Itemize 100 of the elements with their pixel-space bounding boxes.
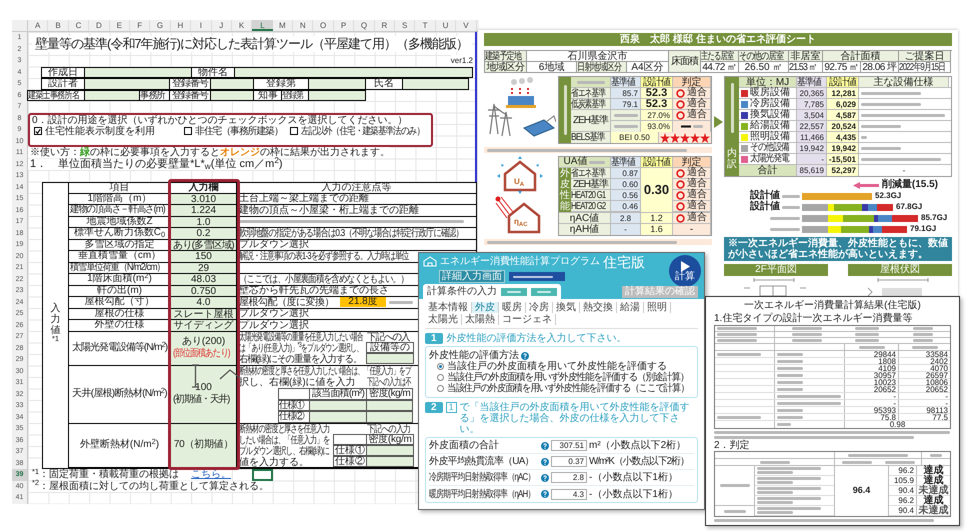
calculate-button[interactable]: 計算 xyxy=(669,255,701,287)
input-field[interactable]: 4.0 xyxy=(171,297,237,308)
column-heading: 設計値 xyxy=(827,77,859,87)
number-field[interactable]: 2.8 xyxy=(551,472,587,483)
nav-tab[interactable]: 外皮 xyxy=(472,302,499,313)
radio-button[interactable] xyxy=(437,363,444,370)
column-header[interactable]: B xyxy=(48,20,69,31)
nav-tab[interactable]: 太陽熱 xyxy=(462,314,499,325)
column-header[interactable]: S xyxy=(395,20,416,31)
column-heading: 基準値 xyxy=(611,157,641,167)
input-field[interactable]: 3.010 xyxy=(171,194,237,204)
column-header[interactable]: C xyxy=(68,20,90,31)
column-header[interactable]: T xyxy=(415,20,436,31)
input-field[interactable] xyxy=(402,78,469,90)
input-field[interactable] xyxy=(366,400,413,411)
link[interactable]: こちら。 xyxy=(191,469,232,480)
column-header[interactable]: U xyxy=(436,20,456,31)
column-header[interactable]: F xyxy=(130,20,150,31)
column-header[interactable]: G xyxy=(150,20,171,31)
column-header[interactable]: L xyxy=(252,20,273,31)
input-field[interactable]: 1.224 xyxy=(171,205,237,216)
column-header[interactable]: P xyxy=(334,20,354,31)
nav-tab[interactable]: 太陽光 xyxy=(425,314,462,325)
nav-tab[interactable]: コージェネ xyxy=(499,314,556,325)
result-label: 適合 xyxy=(687,213,707,223)
nav-tab[interactable]: 冷房 xyxy=(526,302,553,313)
radio-button[interactable] xyxy=(437,385,444,392)
checkbox[interactable] xyxy=(290,127,298,136)
input-field[interactable] xyxy=(210,90,254,101)
checkbox[interactable] xyxy=(184,127,192,136)
input-field[interactable] xyxy=(84,90,140,101)
input-field[interactable] xyxy=(308,78,366,90)
input-field[interactable]: 48.03 xyxy=(171,274,237,284)
number-field[interactable]: 307.51 xyxy=(551,440,587,451)
input-field[interactable]: スレート屋根 xyxy=(171,308,237,319)
input-field[interactable] xyxy=(309,400,367,411)
table-cell: 29844 xyxy=(845,351,899,357)
vertical-label: 外皮性能 xyxy=(560,168,570,212)
input-field[interactable]: あり(多雪区域) xyxy=(171,240,237,250)
note-text: 値を入力する。 xyxy=(239,456,310,468)
input-field[interactable] xyxy=(366,411,413,422)
input-field[interactable] xyxy=(366,456,414,466)
tab[interactable]: 計算条件の入力 xyxy=(427,286,497,296)
illegible-text xyxy=(589,160,606,164)
table-cell: 0.46 xyxy=(611,201,641,211)
column-heading: 設計値 xyxy=(641,157,673,167)
checkbox-label[interactable]: 非住宅（事務所建築） xyxy=(195,126,288,137)
input-field[interactable] xyxy=(309,411,367,422)
nav-tab[interactable]: 暖房 xyxy=(499,302,526,313)
table-cell: 19,942 xyxy=(827,143,859,153)
column-header[interactable]: R xyxy=(374,20,396,31)
input-field[interactable]: 0.2 xyxy=(171,228,237,238)
column-header[interactable]: V xyxy=(456,20,477,31)
number-field[interactable]: 0.37 xyxy=(551,456,587,467)
result-label: 適合 xyxy=(687,168,707,178)
table-cell: 27.0% xyxy=(641,110,673,120)
nav-tab[interactable]: 照明 xyxy=(644,302,671,313)
column-header[interactable]: J xyxy=(212,20,232,31)
column-header[interactable]: M xyxy=(272,20,294,31)
radio-button[interactable] xyxy=(437,374,444,381)
illegible-text xyxy=(861,102,921,106)
illegible-text xyxy=(717,352,761,356)
input-field[interactable] xyxy=(234,66,473,78)
column-header[interactable]: N xyxy=(293,20,314,31)
checkbox[interactable] xyxy=(34,127,42,136)
column-header[interactable]: O xyxy=(313,20,334,31)
input-field[interactable]: 0.750 xyxy=(171,286,237,296)
input-field[interactable] xyxy=(366,352,414,364)
input-field[interactable]: 150 xyxy=(171,251,237,262)
note-text: 土台上端～梁上端までの距離 xyxy=(239,193,370,204)
input-field[interactable] xyxy=(84,66,192,78)
input-field[interactable]: サイディング xyxy=(171,320,237,330)
plan-button[interactable]: 屋根伏図 xyxy=(848,264,952,276)
column-header[interactable]: E xyxy=(110,20,130,31)
column-header[interactable]: D xyxy=(89,20,110,31)
plan-button[interactable]: 2F平面図 xyxy=(724,264,828,276)
nav-tab[interactable]: 換気 xyxy=(553,302,580,313)
input-field[interactable] xyxy=(366,444,414,456)
column-header[interactable]: A xyxy=(28,20,48,31)
nav-tab[interactable]: 給湯 xyxy=(617,302,644,313)
column-header[interactable]: Q xyxy=(354,20,375,31)
note-text: プルダウン選択し、右欄(緑)に xyxy=(239,446,330,456)
table-cell: - xyxy=(690,224,694,234)
table-cell: 96.4 xyxy=(835,466,889,516)
input-field[interactable] xyxy=(210,78,254,90)
radio-label[interactable]: 当該住戸の外皮面積を用いず外皮性能を評価する（別途計算） xyxy=(447,372,694,383)
input-field[interactable] xyxy=(84,78,170,90)
checkbox-label[interactable]: 住宅性能表示制度を利用 xyxy=(45,126,182,137)
house-with-arrows-drawing xyxy=(495,156,545,194)
input-field[interactable] xyxy=(308,90,366,101)
column-header[interactable]: I xyxy=(191,20,212,31)
input-field[interactable]: 29 xyxy=(171,262,237,273)
table-cell: BEI 0.50 xyxy=(611,132,659,143)
number-field[interactable]: 4.3 xyxy=(551,488,587,500)
radio-label[interactable]: 当該住戸の外皮面積を用いて外皮性能を評価する xyxy=(447,361,694,372)
nav-tab[interactable]: 熱交換 xyxy=(580,302,617,313)
input-field[interactable]: 1.0 xyxy=(171,216,237,227)
radio-label[interactable]: 当該住戸の外皮面積を用いず外皮性能を評価する（ここで計算） xyxy=(447,383,694,394)
checkbox-label[interactable]: 左記以外（住宅・建築基準法のみ） xyxy=(301,126,429,137)
column-header[interactable]: H xyxy=(170,20,192,31)
